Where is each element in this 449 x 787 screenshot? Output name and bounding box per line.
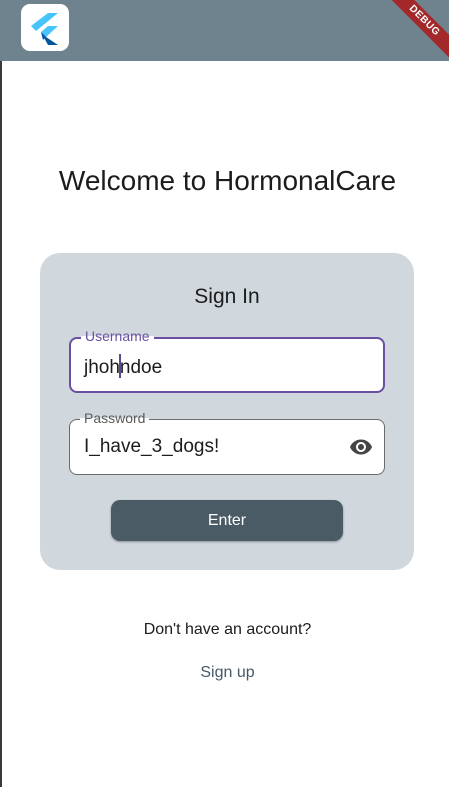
password-value[interactable]: I_have_3_dogs!: [84, 436, 219, 458]
username-label: Username: [81, 328, 154, 344]
password-field[interactable]: Password I_have_3_dogs!: [69, 410, 385, 475]
page-title: Welcome to HormonalCare: [58, 165, 397, 196]
flutter-logo-icon: [31, 13, 58, 45]
username-text-before-caret: jhoh: [84, 357, 120, 378]
sign-up-link[interactable]: Sign up: [0, 664, 449, 682]
username-text-after-caret: ndoe: [119, 357, 163, 378]
card-title: Sign In: [194, 285, 260, 308]
eye-icon[interactable]: [347, 435, 375, 459]
password-label: Password: [80, 410, 150, 426]
no-account-text: Don't have an account?: [143, 621, 312, 638]
sign-in-card: Sign In Username jhohndoe Password I_hav…: [40, 253, 414, 570]
username-field[interactable]: Username jhohndoe: [69, 328, 385, 393]
enter-button[interactable]: Enter: [111, 500, 343, 541]
app-bar: [0, 0, 449, 61]
sign-in-screen: DEBUG Welcome to HormonalCare Sign In Us…: [0, 0, 449, 787]
username-value[interactable]: jhohndoe: [84, 354, 162, 379]
app-logo: [21, 4, 69, 51]
